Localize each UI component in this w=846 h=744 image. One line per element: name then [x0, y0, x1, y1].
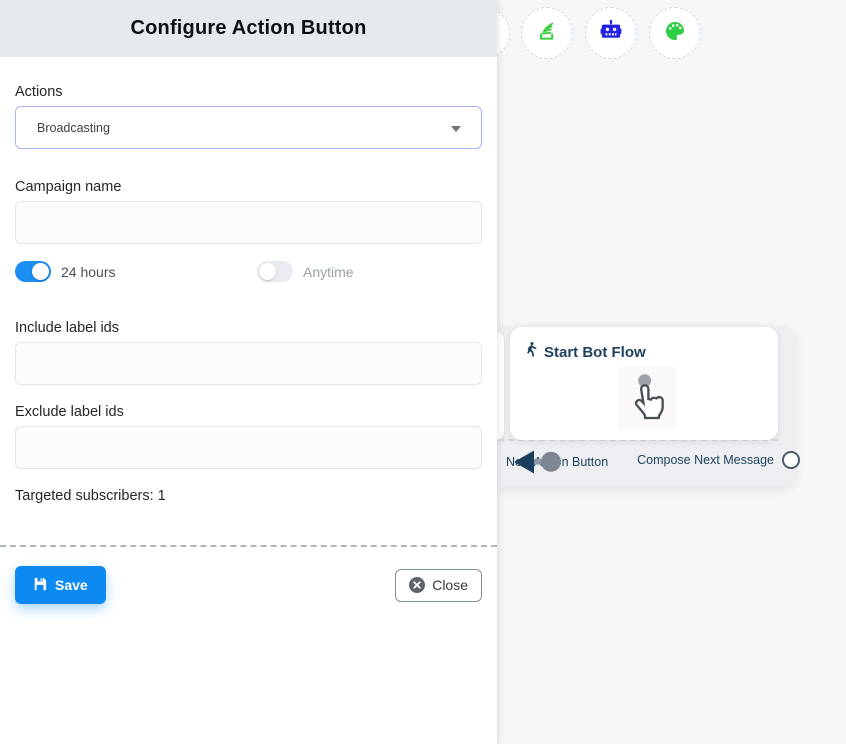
output-connector[interactable]: [782, 451, 800, 469]
palette-icon: [663, 19, 687, 48]
toggle-24-hours[interactable]: [15, 261, 51, 282]
toolbar-button-palette[interactable]: [649, 7, 701, 59]
stack-icon: [535, 19, 559, 48]
hand-pointer-icon: [627, 371, 667, 426]
actions-select-value: Broadcasting: [37, 121, 110, 135]
campaign-name-label: Campaign name: [15, 179, 482, 195]
connector-drag-icon[interactable]: [512, 448, 562, 481]
close-button-label: Close: [432, 577, 468, 593]
toggle-anytime-label: Anytime: [303, 264, 354, 280]
node-footer: New Action Button Compose Next Message: [497, 448, 805, 478]
close-button[interactable]: Close: [395, 569, 482, 602]
configure-panel: Configure Action Button Actions Broadcas…: [0, 0, 497, 744]
toolbar-button-partial[interactable]: [497, 7, 510, 59]
toggle-knob: [259, 263, 276, 280]
campaign-name-input[interactable]: [15, 201, 482, 244]
walking-person-icon: [524, 341, 538, 363]
toolbar-button-robot[interactable]: [585, 7, 637, 59]
panel-header: Configure Action Button: [0, 0, 497, 57]
save-button[interactable]: Save: [15, 566, 106, 604]
include-label-ids-label: Include label ids: [15, 320, 482, 336]
toggle-knob: [32, 263, 49, 280]
chevron-down-icon: [451, 126, 461, 132]
partial-node-card[interactable]: [497, 331, 504, 441]
start-bot-flow-card[interactable]: Start Bot Flow: [510, 327, 778, 440]
toolbar-button-stack[interactable]: [521, 7, 573, 59]
node-title: Start Bot Flow: [544, 344, 646, 361]
compose-next-message[interactable]: Compose Next Message: [637, 451, 800, 469]
robot-icon: [598, 19, 624, 48]
toggle-24-hours-label: 24 hours: [61, 264, 115, 280]
flow-canvas[interactable]: Start Bot Flow New Action Button: [497, 0, 846, 744]
toggle-anytime[interactable]: [257, 261, 293, 282]
close-icon: [409, 577, 425, 593]
compose-next-message-label: Compose Next Message: [637, 453, 774, 467]
include-label-ids-input[interactable]: [15, 342, 482, 385]
screen: Start Bot Flow New Action Button: [0, 0, 846, 744]
exclude-label-ids-input[interactable]: [15, 426, 482, 469]
save-icon: [33, 577, 47, 594]
targeted-subscribers-text: Targeted subscribers: 1: [15, 488, 482, 504]
save-button-label: Save: [55, 577, 88, 593]
cursor-overlay: [618, 367, 676, 429]
panel-title: Configure Action Button: [130, 17, 366, 40]
actions-label: Actions: [15, 84, 482, 100]
actions-select[interactable]: Broadcasting: [15, 106, 482, 149]
divider: [0, 545, 497, 547]
exclude-label-ids-label: Exclude label ids: [15, 404, 482, 420]
